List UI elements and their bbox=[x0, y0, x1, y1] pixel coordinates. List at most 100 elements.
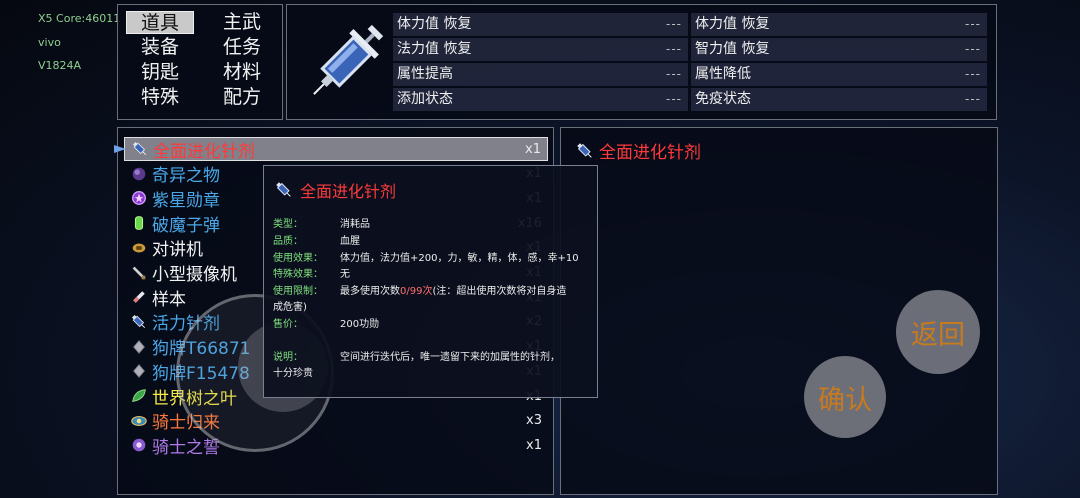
tooltip-special-row: 特殊效果： 无 bbox=[273, 267, 350, 282]
stat-value: --- bbox=[666, 17, 682, 31]
stat-row: 属性提高 --- bbox=[393, 63, 688, 86]
stat-row: 法力值 恢复 --- bbox=[393, 38, 688, 61]
stat-value: --- bbox=[965, 67, 981, 81]
tooltip-effect-value: 体力值，法力值+200，力，敏，精，体，感，幸+10 bbox=[340, 253, 579, 264]
stat-row: 体力值 恢复 --- bbox=[691, 13, 987, 36]
walkie-talkie-icon bbox=[128, 237, 150, 259]
tooltip-type-value: 消耗品 bbox=[340, 219, 370, 230]
stat-label: 属性提高 bbox=[397, 66, 453, 82]
tooltip-type-row: 类型： 消耗品 bbox=[273, 217, 370, 232]
tooltip-quality-row: 品质： 血腥 bbox=[273, 234, 360, 249]
tooltip-limit-label: 使用限制： bbox=[273, 286, 323, 297]
tooltip-effect-row: 使用效果： 体力值，法力值+200，力，敏，精，体，感，幸+10 bbox=[273, 251, 579, 266]
item-quantity: x1 bbox=[525, 141, 541, 157]
item-name: 小型摄像机 bbox=[152, 265, 237, 285]
category-tab-1[interactable]: 主武 bbox=[214, 11, 270, 34]
tooltip-price-label: 售价： bbox=[273, 319, 303, 330]
item-tooltip: 全面进化针剂 类型： 消耗品 品质： 血腥 使用效果： 体力值，法力值+200，力，敏… bbox=[263, 165, 598, 398]
item-name: 全面进化针剂 bbox=[153, 141, 255, 162]
syringe-icon bbox=[128, 311, 150, 333]
stat-label: 法力值 恢复 bbox=[397, 41, 472, 57]
bullet-icon bbox=[128, 212, 150, 234]
tooltip-header: 全面进化针剂 bbox=[274, 178, 396, 202]
stat-value: --- bbox=[965, 17, 981, 31]
orb-icon bbox=[128, 163, 150, 185]
selection-arrow-icon bbox=[114, 145, 126, 153]
item-name: 样本 bbox=[152, 289, 186, 310]
category-tab-3[interactable]: 任务 bbox=[214, 36, 270, 59]
tooltip-item-name: 全面进化针剂 bbox=[300, 182, 397, 201]
item-quantity: x1 bbox=[526, 437, 542, 453]
tooltip-price-row: 售价： 200功勋 bbox=[273, 317, 379, 332]
stat-label: 属性降低 bbox=[695, 66, 751, 82]
back-button[interactable]: 返回 bbox=[896, 290, 980, 374]
category-tab-2[interactable]: 装备 bbox=[126, 36, 194, 59]
item-name: 破魔子弹 bbox=[152, 215, 220, 236]
tooltip-limit-cont: 成危害) bbox=[273, 300, 307, 315]
dog-tag-icon bbox=[128, 336, 150, 358]
tooltip-special-label: 特殊效果： bbox=[273, 269, 323, 280]
tooltip-special-value: 无 bbox=[340, 269, 350, 280]
stat-label: 添加状态 bbox=[397, 91, 453, 107]
item-name: 对讲机 bbox=[152, 240, 203, 261]
camera-icon bbox=[128, 262, 150, 284]
list-item[interactable]: 骑士之誓 x1 bbox=[124, 433, 548, 458]
dog-tag-icon bbox=[128, 360, 150, 382]
tooltip-limit-count: 0/99次 bbox=[400, 286, 433, 297]
stat-label: 智力值 恢复 bbox=[695, 41, 770, 57]
medal-icon bbox=[128, 187, 150, 209]
tooltip-desc-value: 空间进行迭代后，唯一遗留下来的加属性的针剂， bbox=[340, 352, 560, 363]
stat-row: 添加状态 --- bbox=[393, 88, 688, 111]
stat-row: 属性降低 --- bbox=[691, 63, 987, 86]
tooltip-limit-row: 使用限制： 最多使用次数0/99次(注：超出使用次数将对自身造 bbox=[273, 284, 566, 299]
tooltip-quality-label: 品质： bbox=[273, 236, 303, 247]
device-info-line-3: V1824A bbox=[38, 59, 82, 72]
tooltip-limit-note-cont: 成危害) bbox=[273, 302, 307, 313]
confirm-button[interactable]: 确认 bbox=[804, 356, 886, 438]
tooltip-price-value: 200功勋 bbox=[340, 319, 380, 330]
oath-orb-icon bbox=[128, 434, 150, 456]
tooltip-limit-note: (注：超出使用次数将对自身造 bbox=[432, 286, 567, 297]
eye-icon bbox=[128, 410, 150, 432]
stat-value: --- bbox=[666, 42, 682, 56]
tooltip-desc-row: 说明： 空间进行迭代后，唯一遗留下来的加属性的针剂， bbox=[273, 350, 560, 365]
stat-label: 免疫状态 bbox=[695, 91, 751, 107]
category-tab-5[interactable]: 材料 bbox=[214, 61, 270, 84]
syringe-icon bbox=[577, 142, 592, 158]
stat-value: --- bbox=[965, 42, 981, 56]
stat-row: 智力值 恢复 --- bbox=[691, 38, 987, 61]
tooltip-effect-label: 使用效果： bbox=[273, 253, 323, 264]
category-tab-7[interactable]: 配方 bbox=[214, 86, 270, 109]
item-quantity: x3 bbox=[526, 413, 542, 429]
tooltip-limit-text: 最多使用次数 bbox=[340, 286, 400, 297]
category-menu: 道具 主武 装备 任务 钥匙 材料 特殊 配方 bbox=[117, 4, 283, 120]
device-info-line-1: X5 Core:46011 bbox=[38, 12, 121, 25]
category-tab-4[interactable]: 钥匙 bbox=[126, 61, 194, 84]
item-name: 奇异之物 bbox=[152, 166, 220, 187]
device-info-line-2: vivo bbox=[38, 36, 61, 49]
category-tab-6[interactable]: 特殊 bbox=[126, 86, 194, 109]
stat-label: 体力值 恢复 bbox=[695, 16, 770, 32]
stat-label: 体力值 恢复 bbox=[397, 16, 472, 32]
stat-row: 体力值 恢复 --- bbox=[393, 13, 688, 36]
tooltip-desc-label: 说明： bbox=[273, 352, 303, 363]
leaf-icon bbox=[128, 385, 150, 407]
stat-value: --- bbox=[666, 67, 682, 81]
stat-value: --- bbox=[666, 92, 682, 106]
detail-header: 全面进化针剂 bbox=[575, 138, 701, 163]
category-tab-0[interactable]: 道具 bbox=[126, 11, 194, 34]
stat-value: --- bbox=[965, 92, 981, 106]
tooltip-type-label: 类型： bbox=[273, 219, 303, 230]
item-name: 紫星勋章 bbox=[152, 190, 220, 211]
detail-item-name: 全面进化针剂 bbox=[599, 143, 701, 163]
tooltip-desc-value-cont: 十分珍贵 bbox=[273, 368, 313, 379]
sample-tube-icon bbox=[128, 286, 150, 308]
stat-row: 免疫状态 --- bbox=[691, 88, 987, 111]
item-stats-panel: 体力值 恢复 --- 体力值 恢复 --- 法力值 恢复 --- 智力值 恢复 --- 属性提高… bbox=[286, 4, 997, 120]
syringe-icon bbox=[276, 182, 291, 197]
list-item[interactable]: 全面进化针剂 x1 bbox=[124, 137, 548, 162]
tooltip-desc-cont: 十分珍贵 bbox=[273, 366, 313, 381]
syringe-icon bbox=[313, 24, 384, 95]
tooltip-quality-value: 血腥 bbox=[340, 236, 360, 247]
syringe-icon bbox=[129, 138, 151, 160]
